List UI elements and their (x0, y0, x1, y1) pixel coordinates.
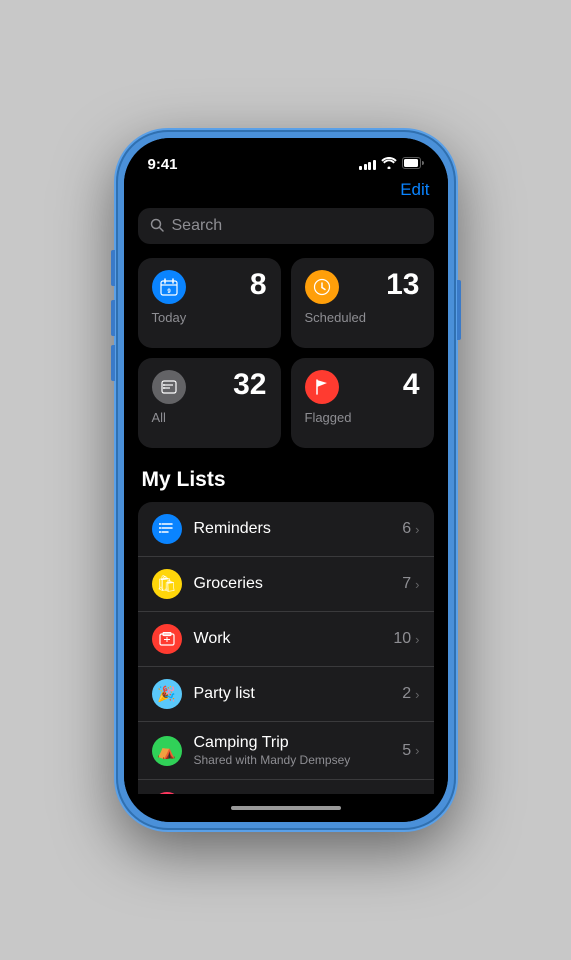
svg-text:9: 9 (167, 289, 171, 295)
groceries-icon: 🛍 (152, 569, 182, 599)
wifi-icon (381, 157, 397, 172)
party-name: Party list (194, 685, 391, 703)
groceries-count: 7 (402, 575, 411, 593)
groceries-name: Groceries (194, 575, 391, 593)
party-icon: 🎉 (152, 679, 182, 709)
screen: 9:41 (124, 138, 448, 822)
chevron-icon: › (415, 743, 419, 758)
tile-flagged[interactable]: 4 Flagged (291, 358, 434, 448)
home-bar (231, 806, 341, 810)
party-count: 2 (402, 685, 411, 703)
today-icon: 9 (152, 270, 186, 304)
search-bar[interactable]: Search (138, 208, 434, 244)
all-icon (152, 370, 186, 404)
camping-name: Camping Trip (194, 734, 391, 752)
list-item-reminders[interactable]: Reminders 6 › (138, 502, 434, 557)
chevron-icon: › (415, 577, 419, 592)
notch (221, 138, 351, 164)
chevron-icon: › (415, 632, 419, 647)
main-content: Edit Search (124, 178, 448, 794)
chevron-icon: › (415, 687, 419, 702)
today-label: Today (152, 310, 267, 325)
edit-row: Edit (138, 178, 434, 208)
all-count: 32 (233, 370, 266, 400)
tile-all[interactable]: 32 All (138, 358, 281, 448)
list-item-travel[interactable]: ✈ Travel 2 › (138, 780, 434, 794)
list-item-camping[interactable]: ⛺ Camping Trip Shared with Mandy Dempsey… (138, 722, 434, 780)
chevron-icon: › (415, 522, 419, 537)
flagged-count: 4 (403, 370, 420, 400)
status-time: 9:41 (148, 156, 178, 173)
scheduled-icon (305, 270, 339, 304)
reminders-icon (152, 514, 182, 544)
home-indicator (124, 794, 448, 822)
today-count: 8 (250, 270, 267, 300)
phone-inner: 9:41 (124, 138, 448, 822)
search-icon (150, 218, 164, 235)
reminders-name: Reminders (194, 520, 391, 538)
list-item-groceries[interactable]: 🛍 Groceries 7 › (138, 557, 434, 612)
all-label: All (152, 410, 267, 425)
camping-icon: ⛺ (152, 736, 182, 766)
lists-container: Reminders 6 › 🛍 Groceries (138, 502, 434, 794)
phone-frame: 9:41 (116, 130, 456, 830)
travel-icon: ✈ (152, 792, 182, 794)
scheduled-count: 13 (386, 270, 419, 300)
list-item-party[interactable]: 🎉 Party list 2 › (138, 667, 434, 722)
signal-icon (359, 158, 376, 170)
edit-button[interactable]: Edit (400, 180, 429, 200)
list-item-work[interactable]: Work 10 › (138, 612, 434, 667)
tile-scheduled[interactable]: 13 Scheduled (291, 258, 434, 348)
work-name: Work (194, 630, 382, 648)
tile-today[interactable]: 9 8 Today (138, 258, 281, 348)
camping-subtitle: Shared with Mandy Dempsey (194, 753, 391, 767)
smart-tiles: 9 8 Today (138, 258, 434, 448)
camping-count: 5 (402, 742, 411, 760)
status-icons (359, 157, 424, 172)
battery-icon (402, 157, 424, 172)
work-count: 10 (393, 630, 411, 648)
search-placeholder: Search (172, 217, 223, 235)
work-icon (152, 624, 182, 654)
reminders-count: 6 (402, 520, 411, 538)
scheduled-label: Scheduled (305, 310, 420, 325)
flagged-label: Flagged (305, 410, 420, 425)
flagged-icon (305, 370, 339, 404)
my-lists-title: My Lists (138, 468, 434, 492)
